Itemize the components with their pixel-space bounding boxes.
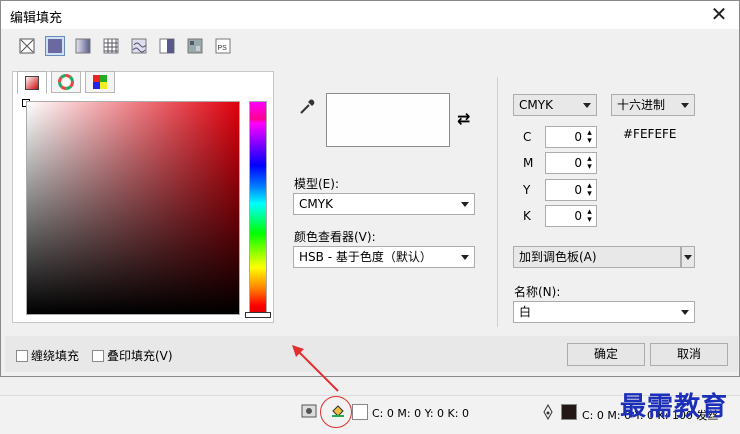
color-model-select-value: CMYK (519, 98, 553, 112)
color-preview-swatch (326, 93, 450, 147)
viewer-label: 颜色查看器(V): (294, 230, 376, 244)
dialog-title: 编辑填充 (10, 11, 63, 26)
outline-color-swatch (561, 404, 577, 420)
cancel-button[interactable]: 取消 (650, 343, 728, 366)
eyedropper-icon[interactable] (297, 97, 317, 117)
palette-grid-icon (93, 75, 107, 89)
model-label: 模型(E): (294, 177, 339, 191)
channel-label-m: M (523, 156, 534, 170)
spin-arrows-icon[interactable]: ▴ ▾ (586, 155, 593, 172)
overprint-fill-label: 叠印填充(V) (107, 349, 173, 363)
channel-y-value: 0 (574, 183, 582, 197)
ok-button[interactable]: 确定 (567, 343, 645, 366)
fill-color-readout: C: 0 M: 0 Y: 0 K: 0 (372, 407, 469, 420)
channel-label-k: K (523, 209, 531, 223)
model-select[interactable]: CMYK (293, 193, 475, 215)
highlight-circle (320, 396, 352, 428)
pen-nib-icon[interactable] (541, 404, 555, 420)
fill-color-swatch (352, 404, 368, 420)
spin-arrows-icon[interactable]: ▴ ▾ (586, 208, 593, 225)
color-model-select[interactable]: CMYK (513, 94, 597, 116)
model-select-value: CMYK (299, 197, 333, 211)
pattern-fill-icon[interactable] (102, 37, 120, 55)
tab-color-palettes[interactable] (85, 71, 115, 93)
checkbox-box[interactable] (16, 349, 28, 362)
swap-colors-icon[interactable]: ⇄ (457, 109, 470, 128)
color-viewer-panel (12, 71, 274, 323)
texture-fill-icon[interactable] (130, 37, 148, 55)
chevron-down-icon (684, 255, 692, 260)
hue-slider-handle[interactable] (245, 312, 271, 318)
bitmap-fill-icon[interactable] (186, 37, 204, 55)
hue-slider[interactable] (249, 101, 267, 315)
add-to-palette-dropdown[interactable] (681, 246, 695, 268)
title-bar: 编辑填充 ✕ (1, 1, 739, 29)
add-to-palette-label: 加到调色板(A) (519, 250, 597, 264)
uniform-fill-icon[interactable] (45, 36, 65, 56)
hex-value: #FEFEFE (623, 127, 677, 141)
spin-arrows-icon[interactable]: ▴ ▾ (586, 182, 593, 199)
checkbox-box[interactable] (92, 349, 104, 362)
svg-text:PS: PS (218, 45, 228, 52)
value-format-select-value: 十六进制 (617, 98, 666, 112)
close-icon[interactable]: ✕ (707, 3, 731, 27)
name-label: 名称(N): (514, 285, 561, 299)
color-viewer-select[interactable]: HSB - 基于色度（默认） (293, 246, 475, 268)
postscript-fill-icon[interactable]: PS (214, 37, 232, 55)
overprint-fill-checkbox[interactable]: 叠印填充(V) (92, 347, 173, 364)
two-color-fill-icon[interactable] (158, 37, 176, 55)
tab-color-viewers[interactable] (17, 71, 47, 94)
no-fill-icon[interactable] (18, 37, 36, 55)
channel-m-value: 0 (574, 156, 582, 170)
tab-color-harmonies[interactable] (51, 71, 81, 93)
color-name-value: 白 (519, 305, 532, 319)
channel-k-input[interactable]: 0 ▴ ▾ (545, 205, 597, 227)
channel-m-input[interactable]: 0 ▴ ▾ (545, 152, 597, 174)
channel-k-value: 0 (574, 209, 582, 223)
fill-indicator-icon[interactable] (301, 403, 317, 419)
channel-label-y: Y (523, 183, 531, 197)
channel-c-value: 0 (574, 130, 582, 144)
channel-c-input[interactable]: 0 ▴ ▾ (545, 126, 597, 148)
watermark-logo: 最需教育 (620, 392, 729, 422)
channel-label-c: C (523, 130, 532, 144)
saturation-brightness-area[interactable] (26, 101, 240, 315)
color-viewer-select-value: HSB - 基于色度（默认） (299, 250, 432, 264)
color-name-select[interactable]: 白 (513, 301, 695, 323)
annotation-arrow (292, 345, 339, 392)
color-wheel-icon (58, 74, 74, 90)
value-format-select[interactable]: 十六进制 (611, 94, 695, 116)
add-to-palette-button[interactable]: 加到调色板(A) (513, 246, 681, 268)
fountain-fill-icon[interactable] (74, 37, 92, 55)
edit-fill-dialog: 编辑填充 ✕ PS ⇄ 模型(E): CMYK 颜色查看器(V): HSB - … (0, 0, 740, 377)
color-viewer-icon (25, 75, 39, 90)
column-divider (497, 77, 498, 327)
spin-arrows-icon[interactable]: ▴ ▾ (586, 129, 593, 146)
wrap-fill-label: 缠绕填充 (31, 349, 80, 363)
wrap-fill-checkbox[interactable]: 缠绕填充 (16, 347, 79, 364)
channel-y-input[interactable]: 0 ▴ ▾ (545, 179, 597, 201)
